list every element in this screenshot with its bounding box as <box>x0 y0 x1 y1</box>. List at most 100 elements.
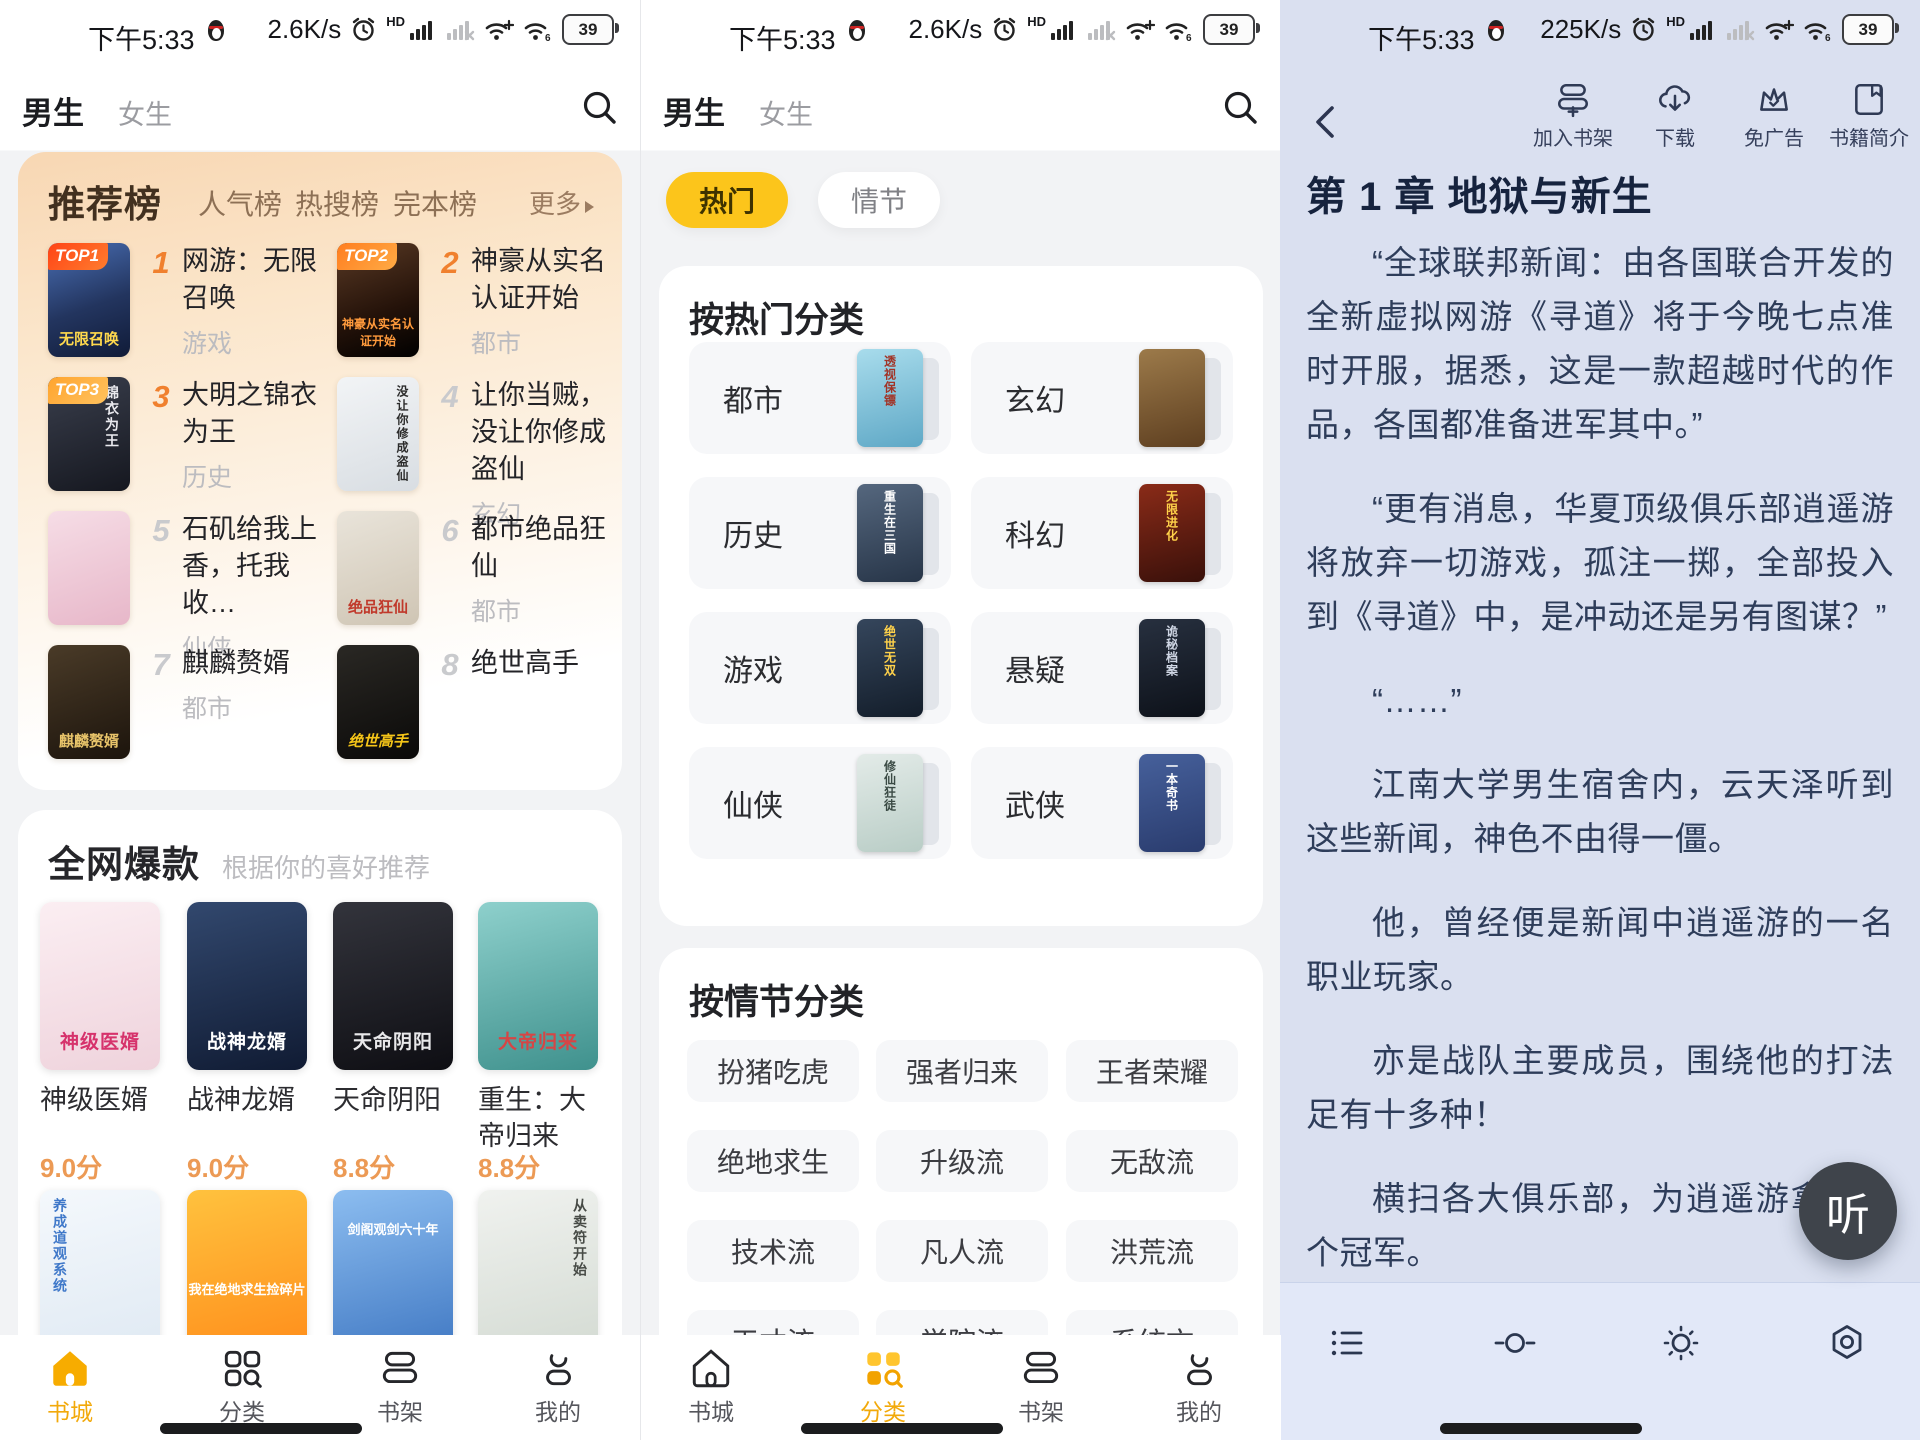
category-cell-scifi[interactable]: 科幻 无限进化 <box>971 477 1233 589</box>
plot-tag[interactable]: 洪荒流 <box>1066 1220 1238 1282</box>
plot-tag[interactable]: 凡人流 <box>876 1220 1048 1282</box>
home-indicator[interactable] <box>801 1423 1003 1434</box>
rank-tab-completed[interactable]: 完本榜 <box>393 183 477 223</box>
book-genre: 都市 <box>471 592 621 628</box>
nav-item-bookstore[interactable]: 书城 <box>12 1345 128 1427</box>
hot-book-cover[interactable]: 大帝归来 <box>478 902 598 1070</box>
toc-button[interactable] <box>1325 1321 1369 1365</box>
tab-male[interactable]: 男生 <box>663 88 725 133</box>
plot-tag[interactable]: 无敌流 <box>1066 1130 1238 1192</box>
rank-book-item[interactable]: TOP1无限召唤 1 网游：无限召唤游戏 <box>48 243 334 365</box>
category-cell-urban[interactable]: 都市 透视保镖 <box>689 342 951 454</box>
filter-pill-plot[interactable]: 情节 <box>818 172 940 228</box>
status-bar: 下午5:33 2.6K/s HD 6 39 <box>641 14 1281 54</box>
add-to-shelf-button[interactable]: 加入书架 <box>1518 80 1628 151</box>
nav-item-category[interactable]: 分类 <box>184 1345 300 1427</box>
battery-icon: 39 <box>1842 14 1894 45</box>
rank-book-item[interactable]: 绝品狂仙 6 都市绝品狂仙都市 <box>337 511 623 633</box>
status-time: 下午5:33 <box>729 18 836 57</box>
plot-tag[interactable]: 强者归来 <box>876 1040 1048 1102</box>
battery-icon: 39 <box>562 14 614 45</box>
settings-button[interactable] <box>1825 1321 1869 1365</box>
rank-tab-hot-search[interactable]: 热搜榜 <box>295 183 379 223</box>
svg-text:6: 6 <box>545 33 551 43</box>
signal-bars-x-icon <box>1086 17 1116 43</box>
category-cell-mystery[interactable]: 悬疑 诡秘档案 <box>971 612 1233 724</box>
home-indicator[interactable] <box>1440 1423 1642 1434</box>
hot-book-cover[interactable]: 养成道观系统 <box>40 1190 160 1358</box>
battery-level: 39 <box>579 20 598 40</box>
top-badge: TOP2 <box>337 243 397 270</box>
book-intro-icon <box>1850 80 1888 118</box>
progress-button[interactable] <box>1493 1321 1537 1365</box>
plot-tag[interactable]: 升级流 <box>876 1130 1048 1192</box>
brightness-sun-icon <box>1659 1321 1703 1365</box>
battery-level: 39 <box>1859 20 1878 40</box>
top-badge: TOP3 <box>48 377 108 404</box>
rank-book-item[interactable]: 麒麟赘婿 7 麒麟赘婿都市 <box>48 645 334 767</box>
category-cell-xianxia[interactable]: 仙侠 修仙狂徒 <box>689 747 951 859</box>
plot-tag[interactable]: 技术流 <box>687 1220 859 1282</box>
category-grid-icon <box>219 1345 265 1391</box>
plot-category-title: 按情节分类 <box>689 974 864 1025</box>
category-cell-history[interactable]: 历史 重生在三国 <box>689 477 951 589</box>
nav-item-bookshelf[interactable]: 书架 <box>342 1345 458 1427</box>
back-button[interactable] <box>1306 100 1346 149</box>
rank-more-link[interactable]: 更多 <box>529 184 594 221</box>
chevron-left-icon <box>1306 100 1346 144</box>
no-ads-button[interactable]: 免广告 <box>1719 80 1829 151</box>
tab-female[interactable]: 女生 <box>118 93 172 132</box>
no-ads-crown-icon <box>1755 80 1793 118</box>
hot-book-cover[interactable]: 我在绝地求生捡碎片 <box>187 1190 307 1358</box>
rank-tab-popularity[interactable]: 人气榜 <box>198 183 282 223</box>
hot-book-title[interactable]: 战神龙婿 <box>187 1082 319 1118</box>
hot-book-title[interactable]: 重生：大帝归来 <box>478 1082 610 1154</box>
plot-tag[interactable]: 王者荣耀 <box>1066 1040 1238 1102</box>
book-intro-button[interactable]: 书籍简介 <box>1814 80 1920 151</box>
plot-tag[interactable]: 扮猪吃虎 <box>687 1040 859 1102</box>
download-button[interactable]: 下载 <box>1620 80 1730 151</box>
category-cell-fantasy[interactable]: 玄幻 <box>971 342 1233 454</box>
hd-label: HD <box>1027 14 1046 29</box>
book-title: 大明之锦衣为王 <box>182 377 334 451</box>
brightness-button[interactable] <box>1659 1321 1703 1365</box>
nav-item-bookshelf[interactable]: 书架 <box>983 1345 1099 1427</box>
hot-book-title[interactable]: 神级医婿 <box>40 1082 172 1118</box>
network-speed: 225K/s <box>1540 14 1621 45</box>
nav-item-category[interactable]: 分类 <box>825 1345 941 1427</box>
category-cover: 重生在三国 <box>857 484 923 582</box>
hot-book-cover[interactable]: 战神龙婿 <box>187 902 307 1070</box>
rank-book-item[interactable]: TOP2神豪从实名认证开始 2 神豪从实名认证开始都市 <box>337 243 623 365</box>
rank-book-item[interactable]: 绝世高手 8 绝世高手 <box>337 645 623 767</box>
nav-item-mine[interactable]: 我的 <box>1141 1345 1257 1427</box>
category-cell-game[interactable]: 游戏 绝世无双 <box>689 612 951 724</box>
hot-book-title[interactable]: 天命阴阳 <box>333 1082 465 1118</box>
plot-tag[interactable]: 绝地求生 <box>687 1130 859 1192</box>
alarm-clock-icon <box>350 16 377 43</box>
search-icon[interactable] <box>578 86 622 130</box>
chapter-title: 第 1 章 地狱与新生 <box>1306 164 1653 222</box>
reader-toolbar <box>1280 1282 1920 1440</box>
search-icon[interactable] <box>1219 86 1263 130</box>
filter-pill-hot[interactable]: 热门 <box>666 172 788 228</box>
listen-button[interactable]: 听 <box>1799 1162 1897 1260</box>
hot-card-subtitle: 根据你的喜好推荐 <box>222 848 430 885</box>
paragraph: 亦是战队主要成员，围绕他的打法足有十多种！ <box>1306 1034 1894 1142</box>
rank-book-item[interactable]: 没让你修成盗仙 4 让你当贼，没让你修成盗仙玄幻 <box>337 377 623 499</box>
rank-book-item[interactable]: TOP3锦衣为王 3 大明之锦衣为王历史 <box>48 377 334 499</box>
rank-number: 1 <box>144 245 178 281</box>
nav-item-mine[interactable]: 我的 <box>500 1345 616 1427</box>
category-cell-wuxia[interactable]: 武侠 一本奇书 <box>971 747 1233 859</box>
hot-book-cover[interactable]: 天命阴阳 <box>333 902 453 1070</box>
paragraph: “……” <box>1306 674 1894 728</box>
tab-female[interactable]: 女生 <box>759 93 813 132</box>
hot-book-cover[interactable]: 剑阁观剑六十年 <box>333 1190 453 1358</box>
tab-male[interactable]: 男生 <box>22 88 84 133</box>
hot-book-cover[interactable]: 神级医婿 <box>40 902 160 1070</box>
hot-book-cover[interactable]: 从卖符开始 <box>478 1190 598 1358</box>
rank-book-item[interactable]: 5 石矶给我上香，托我收…仙侠 <box>48 511 334 633</box>
paragraph: 他，曾经便是新闻中逍遥游的一名职业玩家。 <box>1306 896 1894 1004</box>
home-indicator[interactable] <box>160 1423 362 1434</box>
hot-book-score: 8.8分 <box>333 1148 395 1185</box>
nav-item-bookstore[interactable]: 书城 <box>653 1345 769 1427</box>
